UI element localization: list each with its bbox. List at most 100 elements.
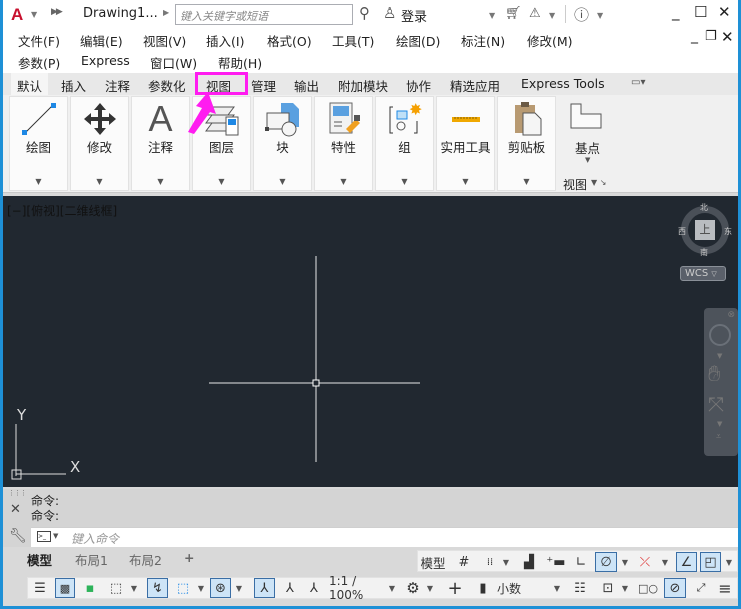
minimize-icon[interactable]: _ [672,3,680,21]
tab-featured-apps[interactable]: 精选应用 [450,76,500,95]
zoom-extents-icon[interactable]: ⤧ [708,392,724,416]
tab-model[interactable]: 模型 [27,550,52,568]
chevron-down-icon[interactable]: ▼ [437,177,494,186]
viewcube-east[interactable]: 东 [724,226,732,237]
new-layout-button[interactable]: + [184,550,194,568]
gear-icon[interactable]: ⚙ [403,578,423,598]
panel-annotation[interactable]: A 注释 ▼ [131,96,190,191]
menu-help[interactable]: 帮助(H) [218,53,262,72]
chevron-down-icon[interactable]: ▼ [620,578,630,598]
grid-icon[interactable]: # [454,552,474,572]
chevron-down-icon[interactable]: ▼ [376,177,433,186]
chevron-down-icon[interactable]: ▼ [10,177,67,186]
app-menu-caret-icon[interactable]: ▼ [31,10,37,19]
infer-constraints-icon[interactable]: ▟ [519,552,539,572]
tab-output[interactable]: 输出 [294,76,319,95]
annotation-visibility-icon[interactable]: ⅄ [254,578,275,598]
a360-caret-icon[interactable]: ▼ [549,11,555,20]
terminal-icon[interactable]: >_ [37,531,51,542]
tab-insert[interactable]: 插入 [61,76,86,95]
chevron-down-icon[interactable]: ▼ [254,177,311,186]
panel-properties[interactable]: 特性 ▼ [314,96,373,191]
lock-ui-icon[interactable]: ⊡ [598,578,618,598]
viewcube-top[interactable]: 上 [695,220,715,240]
tab-parametric[interactable]: 参数化 [148,76,186,95]
document-title[interactable]: Drawing1... [83,6,158,21]
chevron-down-icon[interactable]: ▼ [717,352,722,360]
object-snap-icon[interactable]: ◰ [700,552,721,572]
help-icon[interactable]: ⓘ [574,4,589,25]
snap-icon[interactable]: ⁞⁞ [480,552,500,572]
chevron-down-icon[interactable]: ▼ [129,578,139,598]
units-icon[interactable]: ▮ [476,578,490,598]
annotation-scale-icon[interactable]: ⅄ [304,578,324,598]
polar-tracking-icon[interactable]: ∅ [595,552,617,572]
tab-default[interactable]: 默认 [11,73,49,95]
annotation-scale-value[interactable]: 1:1 / 100% [329,574,385,602]
quick-properties-icon[interactable]: ☷ [571,578,589,598]
close-icon[interactable]: ✕ [718,3,731,21]
chevron-down-icon[interactable]: ▼ [71,177,128,186]
menu-modify[interactable]: 修改(M) [527,31,573,50]
command-input[interactable]: >_ ▼ 键入命令 [31,527,738,547]
chevron-down-icon[interactable]: ▼ [196,578,206,598]
clean-screen-icon[interactable]: ⤢ [691,578,711,598]
login-caret-icon[interactable]: ▼ [489,11,495,20]
plus-icon[interactable]: + [445,578,465,599]
menu-express[interactable]: Express [81,53,130,68]
hardware-acceleration-icon[interactable]: ⊘ [664,578,686,598]
transparency-icon[interactable]: ▩ [55,578,75,598]
auto-scale-icon[interactable]: ⅄ [280,578,300,598]
panel-modify[interactable]: 修改 ▼ [70,96,129,191]
menu-view[interactable]: 视图(V) [143,31,186,50]
search-icon[interactable]: ⚲ [359,4,370,22]
viewcube-south[interactable]: 南 [700,247,708,258]
tab-addins[interactable]: 附加模块 [338,76,388,95]
login-button[interactable]: 登录 [401,6,427,25]
dynamic-ucs-icon[interactable]: ↯ [147,578,168,598]
drawing-viewport[interactable]: [−][俯视][二维线框] Y X 上 北 南 东 西 WCS ▽ ⊗ ▼ ✋︎… [3,196,738,487]
chevron-down-icon[interactable]: ▼ [498,177,555,186]
gizmo-icon[interactable]: ⊛ [210,578,231,598]
tab-collaborate[interactable]: 协作 [406,76,431,95]
object-snap-tracking-icon[interactable]: ∠ [676,552,697,572]
viewcube-west[interactable]: 西 [678,226,686,237]
user-icon[interactable]: ♙ [383,4,396,22]
panel-draw[interactable]: 绘图 ▼ [9,96,68,191]
selection-filter-icon[interactable]: ⬚ [173,578,193,598]
isolate-objects-icon[interactable]: □○ [638,578,658,598]
chevron-down-icon[interactable]: ▼ [620,552,630,572]
doc-arrow-icon[interactable]: ▶ [163,8,169,17]
chevron-down-icon[interactable]: ▼ [234,578,244,598]
model-space-button[interactable]: 模型 [419,552,447,572]
chevron-down-icon[interactable]: ▼ [501,552,511,572]
tab-annotate[interactable]: 注释 [105,76,130,95]
chevron-down-icon[interactable]: ▼ ↘ [591,178,606,187]
menu-parametric[interactable]: 参数(P) [18,53,60,72]
menu-window[interactable]: 窗口(W) [150,53,197,72]
dynamic-input-icon[interactable]: ⁺▬ [546,552,566,572]
chevron-down-icon[interactable]: ▼ [660,552,670,572]
maximize-icon[interactable]: ☐ [694,3,707,21]
menu-format[interactable]: 格式(O) [267,31,312,50]
a360-icon[interactable]: ⚠︎ [529,6,541,21]
close-icon[interactable]: ⊗ [727,310,735,320]
doc-restore-icon[interactable]: ❐ [705,29,717,44]
tab-layout1[interactable]: 布局1 [75,550,108,568]
isodraft-icon[interactable]: ⤫ [635,552,655,572]
customization-menu-icon[interactable]: ≡ [715,578,735,598]
ribbon-minimize-icon[interactable]: ▭▾ [631,77,645,88]
panel-block[interactable]: 块 ▼ [253,96,312,191]
viewcube-north[interactable]: 北 [700,202,708,213]
tab-express-tools[interactable]: Express Tools [521,76,605,91]
doc-close-icon[interactable]: ✕ [721,28,734,46]
panel-group[interactable]: ✸ 组 ▼ [375,96,434,191]
ortho-icon[interactable]: ∟ [571,552,591,572]
autocad-logo-icon[interactable]: A [11,5,23,25]
chevron-down-icon[interactable]: ▼ [53,532,58,540]
pan-icon[interactable]: ✋︎ [708,362,721,387]
lineweight-icon[interactable]: ☰ [30,578,50,598]
panel-clipboard[interactable]: 剪贴板 ▼ [497,96,556,191]
3d-osnap-icon[interactable]: ⬚ [106,578,126,598]
menu-dimension[interactable]: 标注(N) [461,31,505,50]
